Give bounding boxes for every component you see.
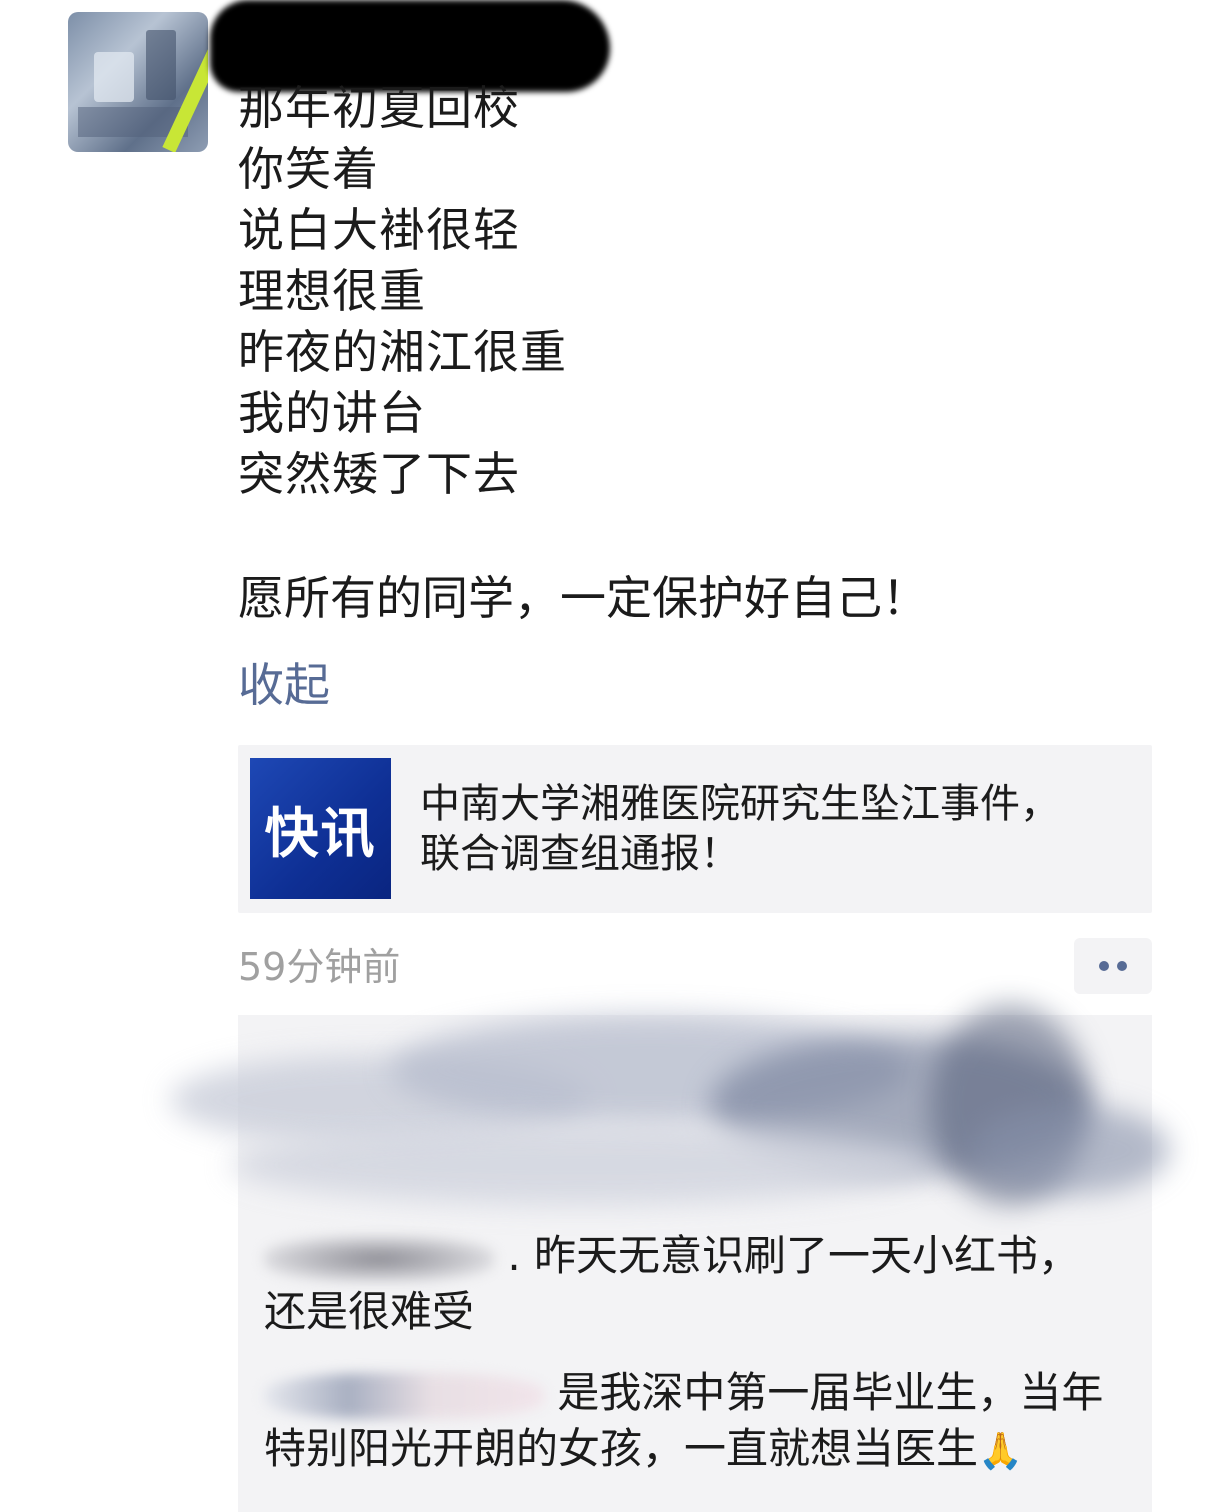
poem-line: 理想很重 <box>238 264 426 318</box>
comment-text: . 昨天无意识刷了一天小红书， <box>507 1231 1081 1280</box>
more-dots-icon <box>1099 961 1109 971</box>
comment-item[interactable]: 是我深中第一届毕业生，当年 特别阳光开朗的女孩，一直就想当医生🙏 <box>264 1365 1144 1480</box>
post-wish-line: 愿所有的同学，一定保护好自己！ <box>238 571 928 625</box>
post-text: 那年初夏回校 你笑着 说白大褂很轻 理想很重 昨夜的湘江很重 我的讲台 突然矮了… <box>238 78 567 505</box>
article-title-line: 中南大学湘雅医院研究生坠江事件， <box>420 781 1060 827</box>
article-thumbnail: 快讯 <box>250 758 391 899</box>
post-timestamp: 59分钟前 <box>238 945 401 989</box>
shared-article-card[interactable]: 快讯 中南大学湘雅医院研究生坠江事件， 联合调查组通报！ <box>238 745 1152 913</box>
comment-text: 还是很难受 <box>264 1287 475 1336</box>
comment-text: 特别阳光开朗的女孩，一直就想当医生 <box>264 1424 979 1473</box>
poem-line: 昨夜的湘江很重 <box>238 325 567 379</box>
pray-emoji-icon: 🙏 <box>978 1431 1023 1472</box>
collapse-link[interactable]: 收起 <box>238 655 330 716</box>
avatar-photo-part <box>146 30 176 100</box>
avatar-photo-part <box>94 52 134 102</box>
poem-line: 那年初夏回校 <box>238 81 520 135</box>
poem-line: 说白大褂很轻 <box>238 203 520 257</box>
poem-line: 我的讲台 <box>238 386 426 440</box>
more-actions-button[interactable] <box>1074 938 1152 994</box>
thumbnail-label: 快讯 <box>264 801 377 865</box>
blurred-commenter-name <box>264 1372 544 1419</box>
article-title-line: 联合调查组通报！ <box>420 831 740 877</box>
comment-item[interactable]: . 昨天无意识刷了一天小红书， 还是很难受 <box>264 1228 1144 1340</box>
poem-line: 你笑着 <box>238 142 379 196</box>
more-dots-icon <box>1117 961 1127 971</box>
article-title: 中南大学湘雅医院研究生坠江事件， 联合调查组通报！ <box>420 779 1120 879</box>
comment-text: 是我深中第一届毕业生，当年 <box>557 1368 1104 1417</box>
comments-area: . 昨天无意识刷了一天小红书， 还是很难受 是我深中第一届毕业生，当年 特别阳光… <box>238 1015 1152 1512</box>
poem-line: 突然矮了下去 <box>238 447 520 501</box>
avatar[interactable] <box>68 12 208 152</box>
blurred-commenter-name <box>264 1235 494 1282</box>
